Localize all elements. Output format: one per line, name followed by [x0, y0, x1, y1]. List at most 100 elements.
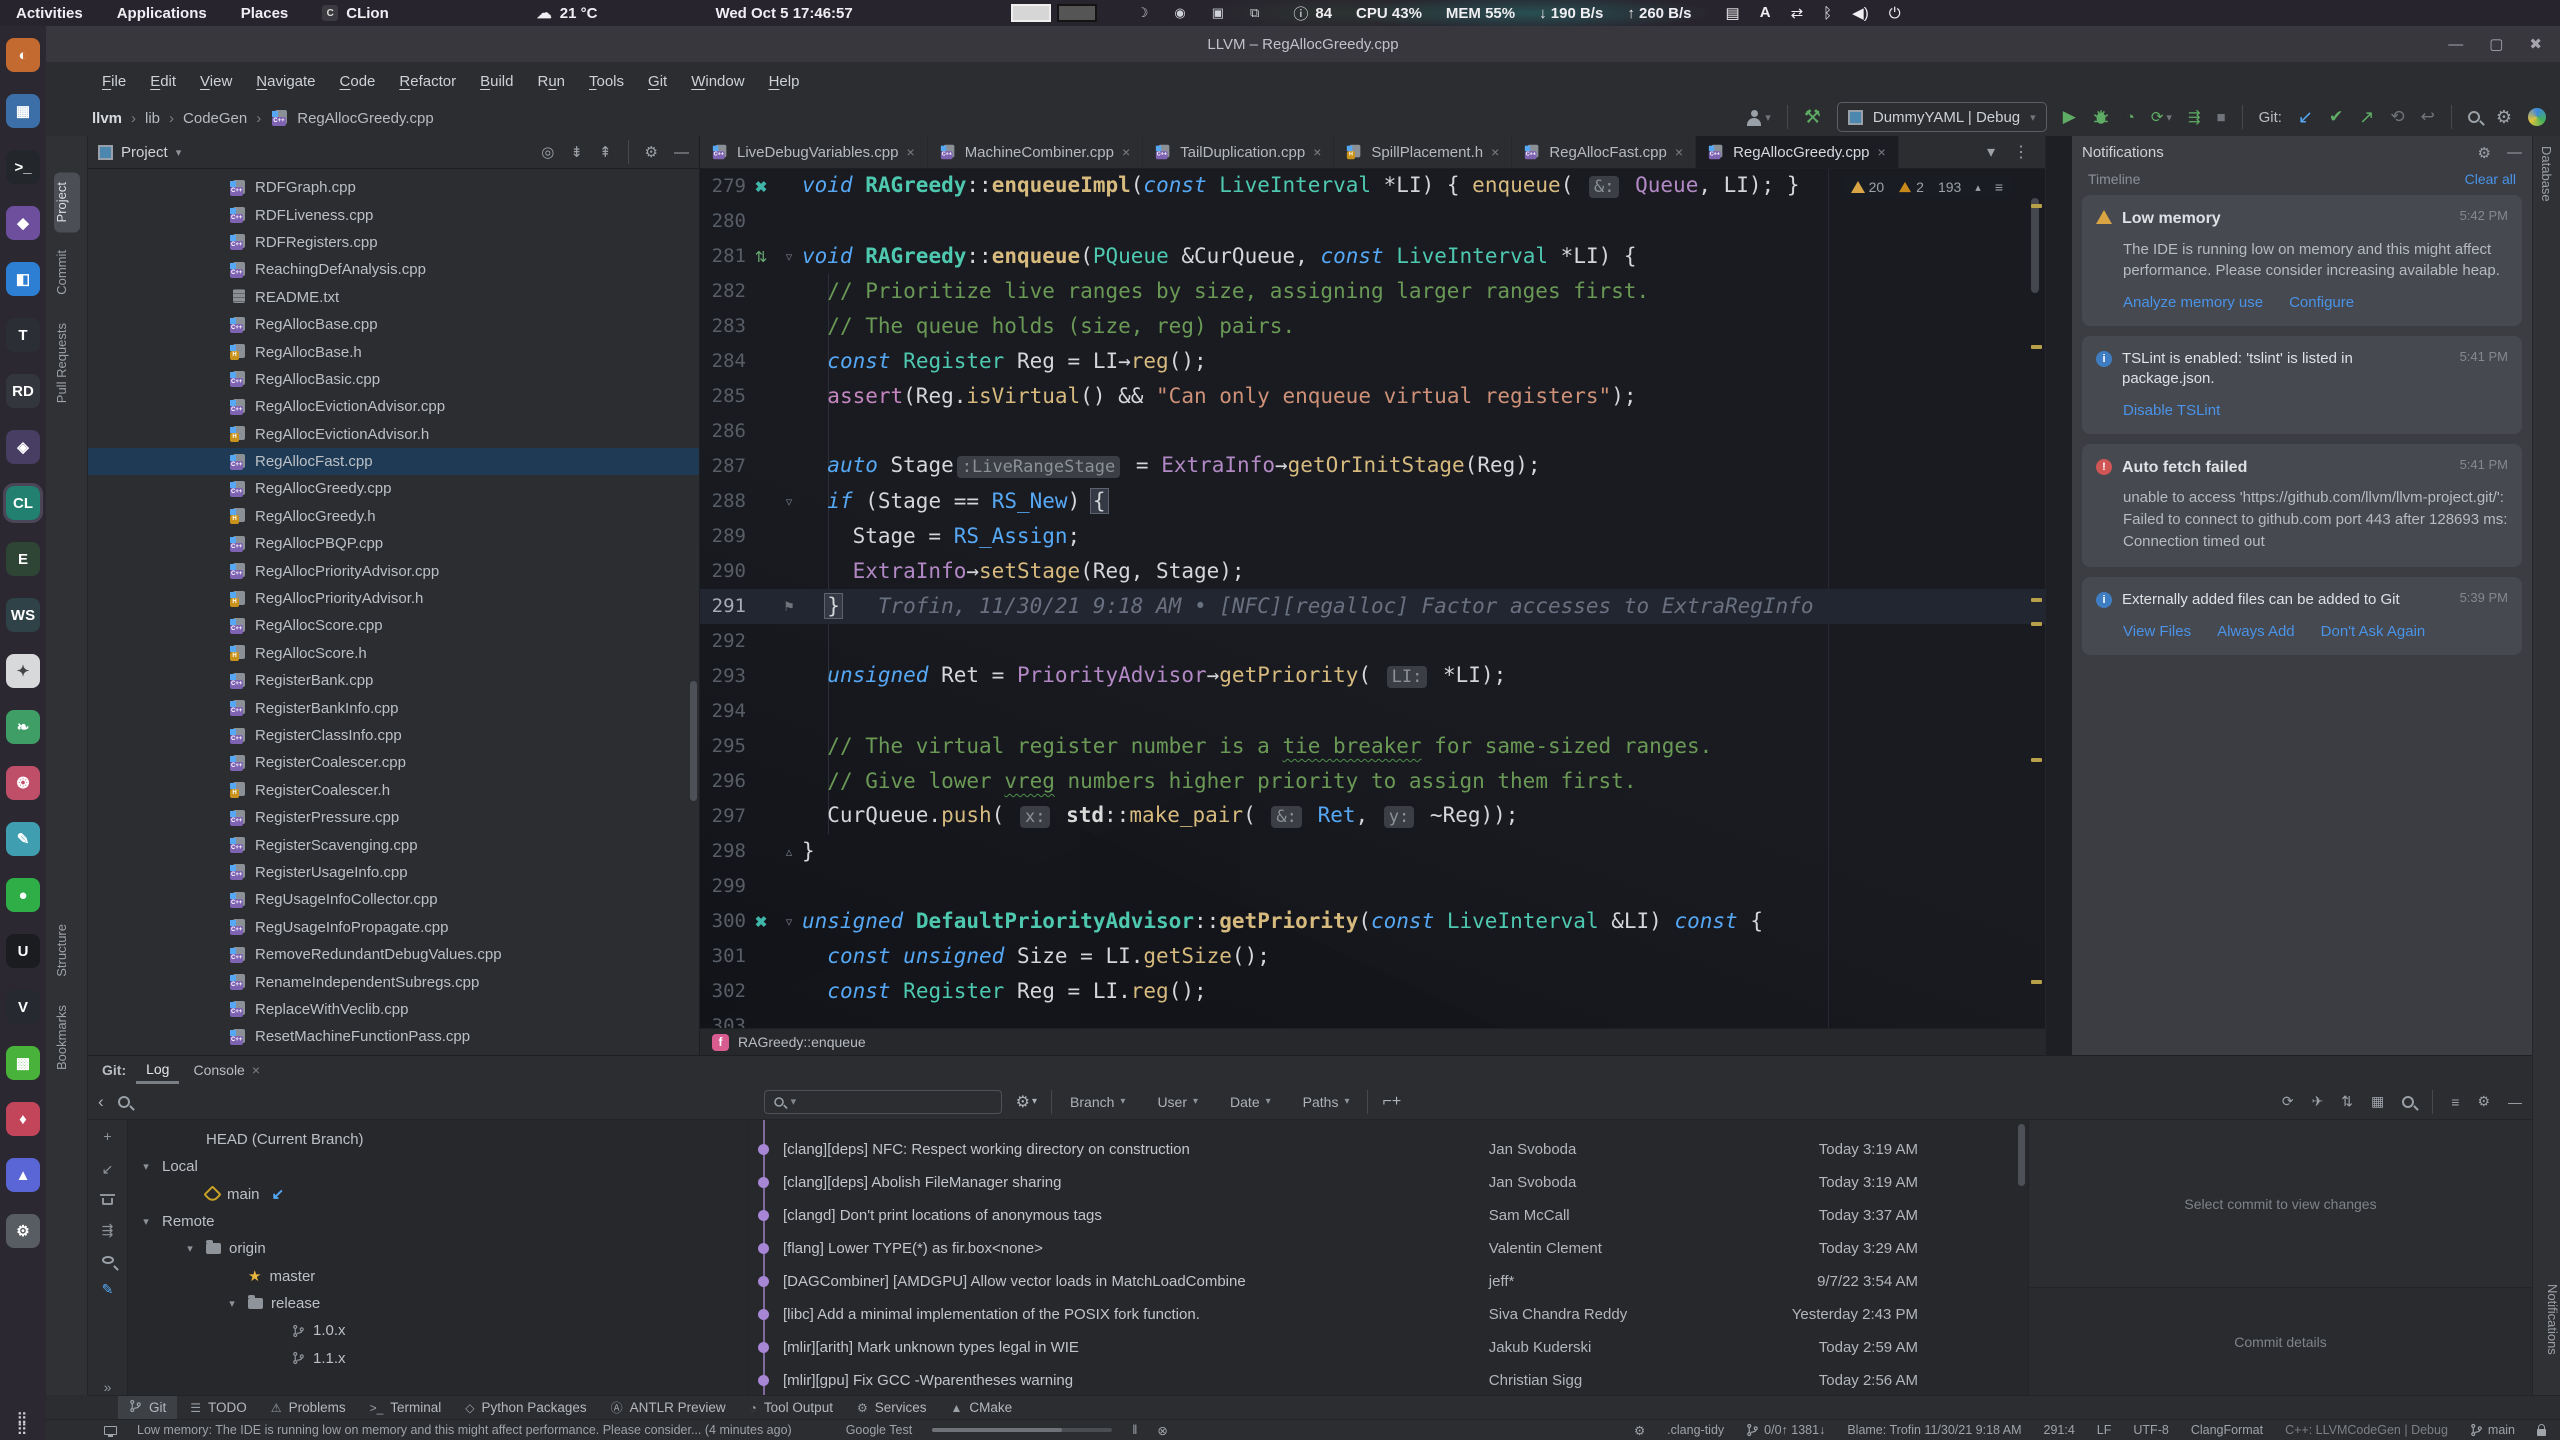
panel-options-gear-icon[interactable]: ⚙: [645, 140, 658, 164]
cancel-task-icon[interactable]: ⊗: [1157, 1423, 1167, 1438]
dock-app-icon[interactable]: ◈: [6, 430, 40, 464]
close-tab-icon[interactable]: ×: [1491, 144, 1499, 160]
code-line[interactable]: 299: [700, 869, 2045, 904]
tool-window-tab[interactable]: ▲ CMake: [939, 1396, 1023, 1419]
project-panel-title[interactable]: Project▾: [98, 144, 181, 161]
branch-item[interactable]: main ↙: [128, 1181, 748, 1208]
tool-window-tab[interactable]: ☰ TODO: [179, 1396, 258, 1419]
git-tab[interactable]: Log: [136, 1056, 179, 1084]
fold-marker-icon[interactable]: ▿: [776, 914, 802, 930]
file-item[interactable]: RenameIndependentSubregs.cpp: [88, 968, 699, 995]
inspections-widget[interactable]: 20 2 193 ▴ ≡: [1843, 176, 2011, 198]
file-item[interactable]: RegAllocPBQP.cpp: [88, 530, 699, 557]
file-item[interactable]: RegAllocBasic.cpp: [88, 366, 699, 393]
close-tab-icon[interactable]: ×: [907, 144, 915, 160]
breadcrumb-item[interactable]: CodeGen: [183, 110, 247, 127]
expand-all-icon[interactable]: ⇟: [570, 140, 583, 164]
memory-indicator-icon[interactable]: [104, 1426, 117, 1435]
file-item[interactable]: RemoveRedundantDebugValues.cpp: [88, 941, 699, 968]
file-item[interactable]: ReplaceWithVeclib.cpp: [88, 996, 699, 1023]
menu-item[interactable]: Window: [681, 71, 754, 92]
line-number[interactable]: 281: [700, 239, 746, 274]
system-tray[interactable]: ☽ ◉ ▣ ⧉: [1137, 5, 1260, 21]
bookmark-flag-icon[interactable]: ⚑: [776, 599, 802, 615]
dock-app-icon[interactable]: E: [6, 542, 40, 576]
line-number[interactable]: 288: [700, 484, 746, 519]
editor-scrollbar[interactable]: [2031, 198, 2039, 293]
branch-item[interactable]: 1.0.x: [128, 1317, 748, 1344]
run-icon[interactable]: ▶: [2063, 107, 2076, 127]
window-title-bar[interactable]: LLVM – RegAllocGreedy.cpp — ▢ ✖: [46, 26, 2560, 62]
code-line[interactable]: 281⇅▿void RAGreedy::enqueue(PQueue &CurQ…: [700, 239, 2045, 274]
line-number[interactable]: 296: [700, 764, 746, 799]
prev-problem-icon[interactable]: ▴: [1975, 181, 1981, 194]
menu-item[interactable]: Build: [470, 71, 523, 92]
log-filter-dropdown[interactable]: User▾: [1153, 1092, 1202, 1112]
line-number[interactable]: 283: [700, 309, 746, 344]
clang-tidy-widget[interactable]: .clang-tidy: [1667, 1423, 1724, 1437]
editor-tab[interactable]: MachineCombiner.cpp×: [928, 136, 1143, 168]
line-number[interactable]: 282: [700, 274, 746, 309]
branch-item[interactable]: ★ master: [128, 1262, 748, 1289]
tool-window-tab[interactable]: Ⓐ ANTLR Preview: [600, 1396, 737, 1419]
steam-tray-icon[interactable]: ◉: [1174, 5, 1185, 21]
tool-stripe-tab-database[interactable]: Database: [2539, 146, 2554, 202]
back-chevron-icon[interactable]: ‹: [98, 1092, 104, 1112]
checkout-icon[interactable]: ↙: [102, 1161, 114, 1178]
menu-item[interactable]: Tools: [579, 71, 634, 92]
file-item[interactable]: ResetMachineFunctionPass.cpp: [88, 1023, 699, 1050]
git-sync-widget[interactable]: 0/0↑ 1381↓: [1746, 1423, 1825, 1437]
code-line[interactable]: 286: [700, 414, 2045, 449]
find-branch-icon[interactable]: [102, 1256, 114, 1264]
git-tab[interactable]: Console×: [183, 1056, 270, 1084]
inspections-gear-icon[interactable]: ⚙: [1634, 1423, 1645, 1438]
notification-settings-gear-icon[interactable]: ⚙: [2478, 144, 2491, 162]
code-line[interactable]: 285 assert(Reg.isVirtual() && "Can only …: [700, 379, 2045, 414]
minimize-icon[interactable]: —: [2448, 36, 2463, 53]
code-line[interactable]: 289 Stage = RS_Assign;: [700, 519, 2045, 554]
formatter-widget[interactable]: ClangFormat: [2191, 1423, 2263, 1437]
search-everywhere-icon[interactable]: [2468, 111, 2480, 123]
menu-item[interactable]: Run: [527, 71, 575, 92]
profiler-icon[interactable]: ◔: [2126, 109, 2135, 126]
line-number[interactable]: 284: [700, 344, 746, 379]
line-number[interactable]: 291: [700, 589, 746, 624]
cpu-monitor[interactable]: CPU 43%: [1356, 5, 1422, 22]
branch-item[interactable]: ▾ Local: [128, 1153, 748, 1180]
dock-app-icon[interactable]: CL: [6, 486, 40, 520]
fold-marker-icon[interactable]: ▵: [776, 844, 802, 860]
encoding[interactable]: UTF-8: [2133, 1423, 2168, 1437]
commit-row[interactable]: [flang] Lower TYPE(*) as fir.box<none> V…: [749, 1232, 2028, 1265]
line-number[interactable]: 302: [700, 974, 746, 1009]
commit-row[interactable]: [DAGCombiner] [AMDGPU] Allow vector load…: [749, 1265, 2028, 1298]
notification-card[interactable]: Low memory 5:42 PM The IDE is running lo…: [2082, 195, 2522, 326]
file-item[interactable]: RegAllocPriorityAdvisor.h: [88, 585, 699, 612]
git-update-icon[interactable]: ↙: [2298, 107, 2313, 128]
code-line[interactable]: 280: [700, 204, 2045, 239]
breadcrumb-item[interactable]: lib: [145, 110, 160, 127]
commit-row[interactable]: [clangd] Don't print locations of anonym…: [749, 1199, 2028, 1232]
more-icon[interactable]: »: [104, 1379, 112, 1395]
file-item[interactable]: RegAllocPriorityAdvisor.cpp: [88, 557, 699, 584]
notification-action-link[interactable]: Always Add: [2217, 623, 2295, 640]
dock-app-icon[interactable]: ●: [6, 878, 40, 912]
code-line[interactable]: 283 // The queue holds (size, reg) pairs…: [700, 309, 2045, 344]
code-line[interactable]: 295 // The virtual register number is a …: [700, 729, 2045, 764]
status-message[interactable]: Low memory: The IDE is running low on me…: [137, 1423, 792, 1437]
code-line[interactable]: 297 CurQueue.push( x: std::make_pair( &:…: [700, 799, 2045, 834]
dock-app-icon[interactable]: >_: [6, 150, 40, 184]
file-item[interactable]: RegAllocBase.h: [88, 338, 699, 365]
code-line[interactable]: 298▵}: [700, 834, 2045, 869]
file-item[interactable]: RegUsageInfoCollector.cpp: [88, 886, 699, 913]
code-line[interactable]: 291⚑ } Trofin, 11/30/21 9:18 AM • [NFC][…: [700, 589, 2045, 624]
delete-branch-icon[interactable]: [102, 1198, 113, 1205]
history-icon[interactable]: ⟲: [2390, 107, 2404, 127]
go-to-hash-icon[interactable]: ✈: [2312, 1093, 2324, 1110]
code-line[interactable]: 294: [700, 694, 2045, 729]
dock-app-icon[interactable]: ▩: [6, 1046, 40, 1080]
net-down[interactable]: ↓ 190 B/s: [1539, 5, 1603, 22]
line-number[interactable]: 289: [700, 519, 746, 554]
notification-card[interactable]: TSLint is enabled: 'tslint' is listed in…: [2082, 336, 2522, 434]
close-tab-icon[interactable]: ×: [1122, 144, 1130, 160]
commit-row[interactable]: [libc] Add a minimal implementation of t…: [749, 1298, 2028, 1331]
